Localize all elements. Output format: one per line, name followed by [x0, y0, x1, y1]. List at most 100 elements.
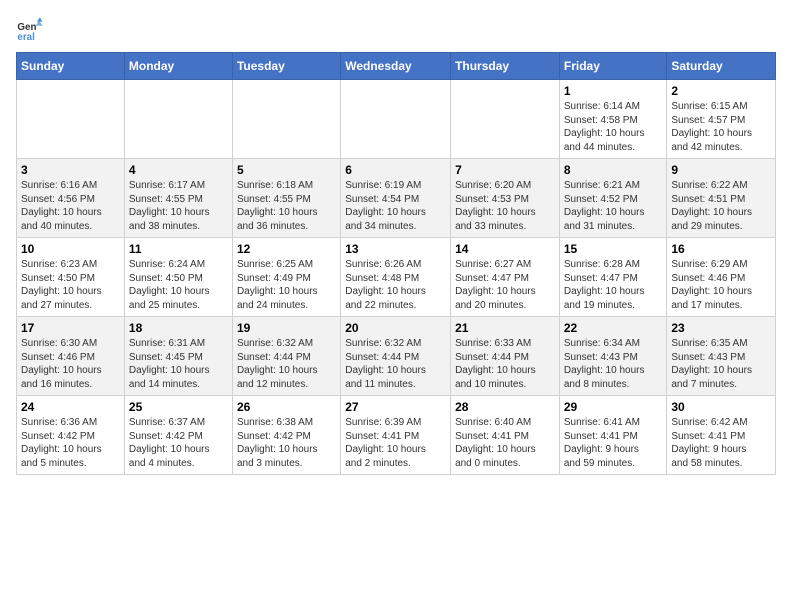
day-number: 17 — [21, 321, 120, 335]
day-cell: 19 Sunrise: 6:32 AM Sunset: 4:44 PM Dayli… — [232, 317, 340, 396]
header-cell-thursday: Thursday — [451, 53, 560, 80]
day-cell: 17 Sunrise: 6:30 AM Sunset: 4:46 PM Dayli… — [17, 317, 125, 396]
day-detail: Sunrise: 6:32 AM Sunset: 4:44 PM Dayligh… — [345, 337, 446, 391]
day-cell: 14 Sunrise: 6:27 AM Sunset: 4:47 PM Dayli… — [451, 238, 560, 317]
day-number: 3 — [21, 163, 120, 177]
day-number: 4 — [129, 163, 228, 177]
day-cell: 15Sunrise: 6:28 AM Sunset: 4:47 PM Dayli… — [559, 238, 667, 317]
day-cell: 6Sunrise: 6:19 AM Sunset: 4:54 PM Daylig… — [341, 159, 451, 238]
day-number: 13 — [345, 242, 446, 256]
day-cell — [341, 80, 451, 159]
day-detail: Sunrise: 6:17 AM Sunset: 4:55 PM Dayligh… — [129, 179, 228, 233]
day-cell: 18 Sunrise: 6:31 AM Sunset: 4:45 PM Dayli… — [124, 317, 232, 396]
day-detail: Sunrise: 6:15 AM Sunset: 4:57 PM Dayligh… — [671, 100, 771, 154]
day-number: 27 — [345, 400, 446, 414]
day-detail: Sunrise: 6:23 AM Sunset: 4:50 PM Dayligh… — [21, 258, 120, 312]
day-cell — [232, 80, 340, 159]
day-number: 26 — [237, 400, 336, 414]
day-number: 5 — [237, 163, 336, 177]
day-detail: Sunrise: 6:29 AM Sunset: 4:46 PM Dayligh… — [671, 258, 771, 312]
day-cell: 24 Sunrise: 6:36 AM Sunset: 4:42 PM Dayli… — [17, 396, 125, 475]
day-cell: 25 Sunrise: 6:37 AM Sunset: 4:42 PM Dayli… — [124, 396, 232, 475]
day-number: 25 — [129, 400, 228, 414]
day-number: 14 — [455, 242, 555, 256]
day-detail: Sunrise: 6:25 AM Sunset: 4:49 PM Dayligh… — [237, 258, 336, 312]
day-number: 1 — [564, 84, 663, 98]
day-number: 28 — [455, 400, 555, 414]
day-detail: Sunrise: 6:18 AM Sunset: 4:55 PM Dayligh… — [237, 179, 336, 233]
day-detail: Sunrise: 6:33 AM Sunset: 4:44 PM Dayligh… — [455, 337, 555, 391]
day-detail: Sunrise: 6:14 AM Sunset: 4:58 PM Dayligh… — [564, 100, 663, 154]
week-row-1: 1 Sunrise: 6:14 AM Sunset: 4:58 PM Daylig… — [17, 80, 776, 159]
day-number: 15 — [564, 242, 663, 256]
day-number: 10 — [21, 242, 120, 256]
calendar-table: SundayMondayTuesdayWednesdayThursdayFrid… — [16, 52, 776, 475]
day-cell: 7 Sunrise: 6:20 AM Sunset: 4:53 PM Daylig… — [451, 159, 560, 238]
day-detail: Sunrise: 6:20 AM Sunset: 4:53 PM Dayligh… — [455, 179, 555, 233]
day-cell: 20Sunrise: 6:32 AM Sunset: 4:44 PM Dayli… — [341, 317, 451, 396]
day-number: 18 — [129, 321, 228, 335]
day-detail: Sunrise: 6:42 AM Sunset: 4:41 PM Dayligh… — [671, 416, 771, 470]
day-detail: Sunrise: 6:38 AM Sunset: 4:42 PM Dayligh… — [237, 416, 336, 470]
day-cell: 12 Sunrise: 6:25 AM Sunset: 4:49 PM Dayli… — [232, 238, 340, 317]
day-cell — [17, 80, 125, 159]
day-detail: Sunrise: 6:24 AM Sunset: 4:50 PM Dayligh… — [129, 258, 228, 312]
day-number: 9 — [671, 163, 771, 177]
day-cell: 2Sunrise: 6:15 AM Sunset: 4:57 PM Daylig… — [667, 80, 776, 159]
day-detail: Sunrise: 6:39 AM Sunset: 4:41 PM Dayligh… — [345, 416, 446, 470]
day-cell: 30 Sunrise: 6:42 AM Sunset: 4:41 PM Dayli… — [667, 396, 776, 475]
day-detail: Sunrise: 6:22 AM Sunset: 4:51 PM Dayligh… — [671, 179, 771, 233]
day-detail: Sunrise: 6:31 AM Sunset: 4:45 PM Dayligh… — [129, 337, 228, 391]
day-number: 7 — [455, 163, 555, 177]
day-cell: 1 Sunrise: 6:14 AM Sunset: 4:58 PM Daylig… — [559, 80, 667, 159]
day-number: 8 — [564, 163, 663, 177]
day-number: 16 — [671, 242, 771, 256]
week-row-5: 24 Sunrise: 6:36 AM Sunset: 4:42 PM Dayli… — [17, 396, 776, 475]
day-cell: 22 Sunrise: 6:34 AM Sunset: 4:43 PM Dayli… — [559, 317, 667, 396]
day-number: 19 — [237, 321, 336, 335]
week-row-2: 3 Sunrise: 6:16 AM Sunset: 4:56 PM Daylig… — [17, 159, 776, 238]
day-cell: 27 Sunrise: 6:39 AM Sunset: 4:41 PM Dayli… — [341, 396, 451, 475]
day-number: 24 — [21, 400, 120, 414]
day-detail: Sunrise: 6:37 AM Sunset: 4:42 PM Dayligh… — [129, 416, 228, 470]
day-number: 11 — [129, 242, 228, 256]
day-cell: 13 Sunrise: 6:26 AM Sunset: 4:48 PM Dayli… — [341, 238, 451, 317]
day-detail: Sunrise: 6:32 AM Sunset: 4:44 PM Dayligh… — [237, 337, 336, 391]
header: Gen eral — [16, 16, 776, 44]
day-cell: 28Sunrise: 6:40 AM Sunset: 4:41 PM Dayli… — [451, 396, 560, 475]
day-number: 30 — [671, 400, 771, 414]
day-number: 21 — [455, 321, 555, 335]
day-cell: 4 Sunrise: 6:17 AM Sunset: 4:55 PM Daylig… — [124, 159, 232, 238]
header-cell-tuesday: Tuesday — [232, 53, 340, 80]
day-cell: 8 Sunrise: 6:21 AM Sunset: 4:52 PM Daylig… — [559, 159, 667, 238]
logo: Gen eral — [16, 16, 48, 44]
day-cell: 5 Sunrise: 6:18 AM Sunset: 4:55 PM Daylig… — [232, 159, 340, 238]
day-detail: Sunrise: 6:26 AM Sunset: 4:48 PM Dayligh… — [345, 258, 446, 312]
day-cell: 16 Sunrise: 6:29 AM Sunset: 4:46 PM Dayli… — [667, 238, 776, 317]
day-cell: 29 Sunrise: 6:41 AM Sunset: 4:41 PM Dayli… — [559, 396, 667, 475]
day-cell: 9 Sunrise: 6:22 AM Sunset: 4:51 PM Daylig… — [667, 159, 776, 238]
day-cell — [451, 80, 560, 159]
day-number: 12 — [237, 242, 336, 256]
day-detail: Sunrise: 6:30 AM Sunset: 4:46 PM Dayligh… — [21, 337, 120, 391]
header-cell-friday: Friday — [559, 53, 667, 80]
day-detail: Sunrise: 6:16 AM Sunset: 4:56 PM Dayligh… — [21, 179, 120, 233]
week-row-3: 10 Sunrise: 6:23 AM Sunset: 4:50 PM Dayli… — [17, 238, 776, 317]
day-detail: Sunrise: 6:27 AM Sunset: 4:47 PM Dayligh… — [455, 258, 555, 312]
day-detail: Sunrise: 6:21 AM Sunset: 4:52 PM Dayligh… — [564, 179, 663, 233]
day-detail: Sunrise: 6:34 AM Sunset: 4:43 PM Dayligh… — [564, 337, 663, 391]
day-number: 23 — [671, 321, 771, 335]
day-detail: Sunrise: 6:36 AM Sunset: 4:42 PM Dayligh… — [21, 416, 120, 470]
day-number: 22 — [564, 321, 663, 335]
day-cell: 11 Sunrise: 6:24 AM Sunset: 4:50 PM Dayli… — [124, 238, 232, 317]
svg-text:eral: eral — [17, 32, 35, 43]
header-cell-sunday: Sunday — [17, 53, 125, 80]
day-number: 29 — [564, 400, 663, 414]
day-cell: 26 Sunrise: 6:38 AM Sunset: 4:42 PM Dayli… — [232, 396, 340, 475]
day-number: 6 — [345, 163, 446, 177]
header-cell-wednesday: Wednesday — [341, 53, 451, 80]
day-cell: 21 Sunrise: 6:33 AM Sunset: 4:44 PM Dayli… — [451, 317, 560, 396]
day-detail: Sunrise: 6:41 AM Sunset: 4:41 PM Dayligh… — [564, 416, 663, 470]
week-row-4: 17 Sunrise: 6:30 AM Sunset: 4:46 PM Dayli… — [17, 317, 776, 396]
header-row: SundayMondayTuesdayWednesdayThursdayFrid… — [17, 53, 776, 80]
